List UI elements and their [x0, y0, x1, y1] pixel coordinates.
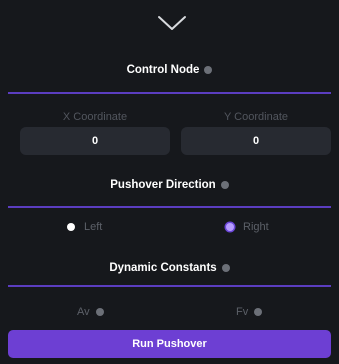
direction-right-label: Right — [243, 221, 269, 233]
direction-radio-left[interactable]: Left — [67, 221, 102, 233]
y-coordinate-value: 0 — [252, 135, 260, 147]
av-constant: Av — [77, 306, 104, 318]
info-icon[interactable] — [221, 264, 230, 272]
dynamic-constants-heading: Dynamic Constants — [0, 262, 339, 274]
pushover-direction-title: Pushover Direction — [110, 179, 216, 191]
info-icon[interactable] — [95, 308, 104, 316]
x-coordinate-value: 0 — [91, 135, 99, 147]
run-pushover-button[interactable]: Run Pushover — [8, 330, 331, 358]
section-divider — [8, 285, 331, 287]
radio-dot-icon — [226, 223, 234, 231]
fv-label: Fv — [236, 306, 249, 318]
dynamic-constants-title: Dynamic Constants — [109, 262, 217, 274]
av-label: Av — [77, 306, 90, 318]
control-node-heading: Control Node — [0, 64, 339, 76]
pushover-panel: Control Node X Coordinate Y Coordinate 0… — [0, 0, 339, 364]
section-divider — [8, 92, 331, 94]
info-icon[interactable] — [254, 308, 263, 316]
section-divider — [8, 206, 331, 208]
pushover-direction-heading: Pushover Direction — [0, 179, 339, 191]
direction-left-label: Left — [84, 221, 103, 233]
info-icon[interactable] — [220, 181, 229, 189]
info-icon[interactable] — [204, 66, 213, 74]
x-coordinate-label: X Coordinate — [62, 111, 128, 123]
y-coordinate-label: Y Coordinate — [223, 111, 288, 123]
y-coordinate-input[interactable]: 0 — [181, 127, 331, 155]
x-coordinate-input[interactable]: 0 — [20, 127, 170, 155]
chevron-down-icon[interactable] — [157, 14, 187, 32]
direction-radio-right[interactable]: Right — [226, 221, 269, 233]
fv-constant: Fv — [236, 306, 263, 318]
control-node-title: Control Node — [126, 64, 200, 76]
radio-dot-icon — [67, 223, 75, 231]
